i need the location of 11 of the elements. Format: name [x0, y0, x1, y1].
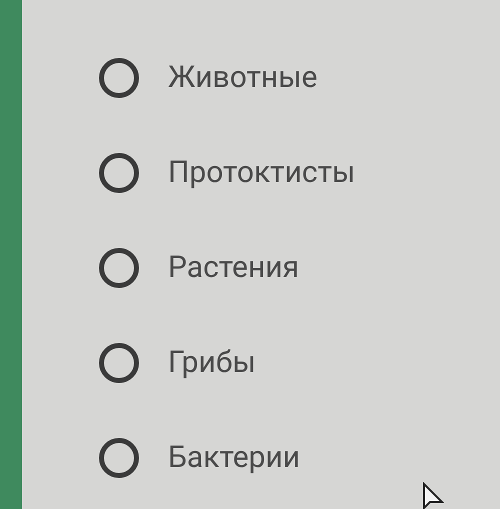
option-label[interactable]: Бактерии [168, 440, 300, 475]
radio-button[interactable] [99, 342, 139, 382]
cursor-icon [422, 482, 444, 509]
radio-button[interactable] [99, 438, 139, 478]
option-label[interactable]: Грибы [168, 345, 256, 380]
radio-button[interactable] [99, 58, 139, 98]
option-label[interactable]: Растения [168, 250, 300, 285]
radio-button[interactable] [99, 152, 139, 192]
option-label[interactable]: Протоктисты [168, 155, 356, 190]
radio-button[interactable] [99, 248, 139, 288]
option-label[interactable]: Животные [168, 60, 318, 95]
